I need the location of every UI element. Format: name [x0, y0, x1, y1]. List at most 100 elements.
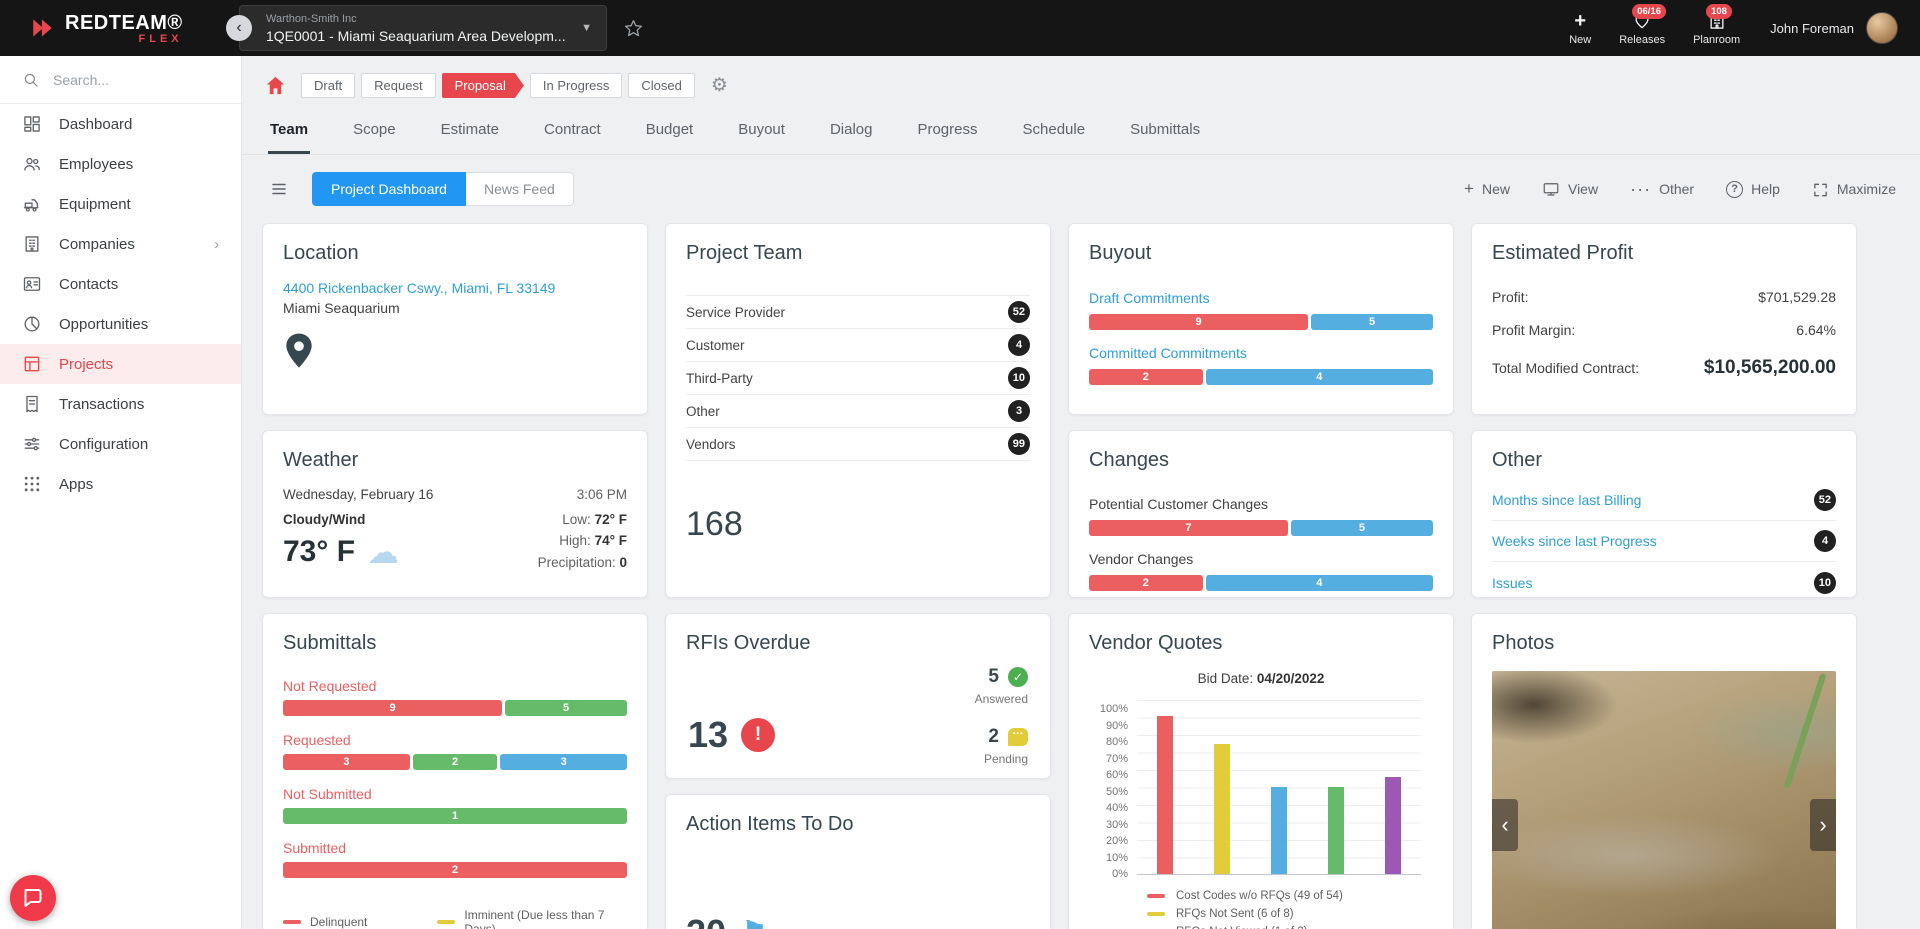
legend-item: Imminent (Due less than 7 Days)	[437, 908, 627, 929]
bar-segment: 9	[283, 700, 503, 716]
profit-value: $701,529.28	[1758, 289, 1836, 305]
back-button[interactable]: ‹	[226, 15, 252, 41]
weeks-since-progress-link[interactable]: Weeks since last Progress	[1492, 533, 1657, 549]
tab-budget[interactable]: Budget	[644, 115, 696, 154]
tab-team[interactable]: Team	[268, 115, 311, 154]
sidebar-item-apps[interactable]: Apps	[0, 464, 241, 504]
other-row: Months since last Billing 52	[1492, 480, 1836, 521]
sidebar-item-opportunities[interactable]: Opportunities	[0, 304, 241, 344]
team-row[interactable]: Customer 4	[686, 329, 1030, 362]
tab-contract[interactable]: Contract	[542, 115, 603, 154]
tab-buyout[interactable]: Buyout	[736, 115, 787, 154]
location-address-link[interactable]: 4400 Rickenbacker Cswy., Miami, FL 33149	[283, 280, 627, 296]
sidebar-item-label: Equipment	[59, 195, 131, 213]
sidebar-item-transactions[interactable]: Transactions	[0, 384, 241, 424]
other-card: Other Months since last Billing 52 Weeks…	[1471, 430, 1857, 598]
weather-card: Weather Wednesday, February 16 Cloudy/Wi…	[262, 430, 648, 598]
sidebar-item-label: Transactions	[59, 395, 145, 413]
sidebar-item-companies[interactable]: Companies ›	[0, 224, 241, 264]
team-row[interactable]: Third-Party 10	[686, 362, 1030, 395]
news-feed-button[interactable]: News Feed	[465, 172, 574, 206]
y-tick: 60%	[1105, 769, 1128, 781]
new-widget-button[interactable]: + New	[1464, 179, 1510, 199]
sidebar-item-employees[interactable]: Employees	[0, 144, 241, 184]
home-icon[interactable]	[264, 74, 287, 97]
card-title: Weather	[283, 449, 359, 471]
maximize-icon	[1812, 181, 1829, 198]
favorite-star-icon[interactable]	[623, 18, 644, 39]
team-row[interactable]: Vendors 99	[686, 428, 1030, 461]
status-tab-request[interactable]: Request	[361, 73, 436, 98]
avatar[interactable]	[1866, 12, 1898, 44]
committed-commitments-link[interactable]: Committed Commitments	[1089, 345, 1433, 361]
tab-dialog[interactable]: Dialog	[828, 115, 875, 154]
project-status-bar: Draft Request Proposal In Progress Close…	[242, 56, 1920, 107]
menu-icon[interactable]	[268, 180, 290, 198]
help-button[interactable]: ? Help	[1726, 180, 1780, 198]
planroom-button[interactable]: 108 Planroom	[1693, 3, 1740, 46]
gear-icon[interactable]: ⚙	[711, 74, 728, 97]
new-button[interactable]: + New	[1569, 11, 1591, 46]
map-pin-icon[interactable]	[283, 332, 315, 370]
draft-commitments-link[interactable]: Draft Commitments	[1089, 290, 1433, 306]
project-company: Warthon-Smith Inc	[266, 12, 357, 25]
count-badge: 10	[1007, 367, 1030, 389]
status-tab-in-progress[interactable]: In Progress	[529, 73, 623, 98]
months-since-billing-link[interactable]: Months since last Billing	[1492, 492, 1641, 508]
changes-bar: 75	[1089, 520, 1433, 536]
sidebar-item-configuration[interactable]: Configuration	[0, 424, 241, 464]
card-title: Estimated Profit	[1492, 242, 1634, 264]
status-tab-draft[interactable]: Draft	[301, 73, 356, 98]
sidebar-item-contacts[interactable]: Contacts	[0, 264, 241, 304]
tab-submittals[interactable]: Submittals	[1128, 115, 1202, 154]
sidebar-item-label: Opportunities	[59, 315, 149, 333]
project-dashboard-button[interactable]: Project Dashboard	[312, 172, 466, 206]
search-input[interactable]	[53, 71, 203, 88]
sidebar-item-dashboard[interactable]: Dashboard	[0, 104, 241, 144]
weather-temperature: 73° F	[283, 535, 356, 568]
topbar: REDTEAM® FLEX ‹ Warthon-Smith Inc 1QE000…	[0, 0, 1920, 56]
photo-prev-button[interactable]: ‹	[1492, 799, 1518, 851]
tab-scope[interactable]: Scope	[351, 115, 398, 154]
user-name[interactable]: John Foreman	[1770, 21, 1854, 36]
count-badge: 10	[1813, 571, 1836, 594]
other-button[interactable]: ··· Other	[1630, 180, 1694, 198]
team-row[interactable]: Other 3	[686, 395, 1030, 428]
view-button[interactable]: View	[1542, 180, 1598, 198]
help-icon: ?	[1726, 180, 1744, 198]
releases-label: Releases	[1619, 33, 1666, 46]
sidebar-item-equipment[interactable]: Equipment	[0, 184, 241, 224]
issues-link[interactable]: Issues	[1492, 575, 1532, 591]
action-items-card: Action Items To Do 20 ⚑	[665, 794, 1051, 929]
tab-schedule[interactable]: Schedule	[1021, 115, 1088, 154]
submittals-not-submitted-link[interactable]: Not Submitted	[283, 786, 627, 802]
project-photo: ‹ ›	[1492, 671, 1836, 929]
submittals-submitted-link[interactable]: Submitted	[283, 840, 627, 856]
tab-progress[interactable]: Progress	[915, 115, 979, 154]
bar-segment: 5	[1311, 314, 1433, 330]
profit-margin-value: 6.64%	[1796, 322, 1836, 338]
photo-next-button[interactable]: ›	[1810, 799, 1836, 851]
bar-segment: 2	[412, 754, 498, 770]
status-tab-proposal[interactable]: Proposal	[442, 73, 524, 98]
y-tick: 70%	[1105, 752, 1128, 765]
status-tab-closed[interactable]: Closed	[628, 73, 695, 98]
maximize-button[interactable]: Maximize	[1812, 181, 1896, 198]
submittals-requested-link[interactable]: Requested	[283, 732, 627, 748]
y-tick: 90%	[1105, 719, 1128, 732]
sidebar-item-label: Employees	[59, 155, 134, 173]
project-selector[interactable]: Warthon-Smith Inc 1QE0001 - Miami Seaqua…	[239, 5, 607, 51]
sidebar-item-projects[interactable]: Projects	[0, 344, 241, 384]
sidebar-item-label: Apps	[59, 475, 94, 493]
sidebar-item-label: Companies	[59, 235, 135, 253]
bar-segment: 9	[1089, 314, 1309, 330]
project-name: 1QE0001 - Miami Seaquarium Area Developm…	[266, 27, 566, 44]
tab-estimate[interactable]: Estimate	[439, 115, 501, 154]
bar-segment: 3	[283, 754, 410, 770]
team-row[interactable]: Service Provider 52	[686, 296, 1030, 329]
chevron-down-icon: ▼	[581, 22, 592, 34]
chat-widget-button[interactable]	[10, 875, 56, 921]
legend-item: Cost Codes w/o RFQs (49 of 54)	[1147, 890, 1433, 902]
releases-button[interactable]: 06/16 Releases	[1619, 3, 1667, 46]
submittals-not-requested-link[interactable]: Not Requested	[283, 678, 627, 694]
